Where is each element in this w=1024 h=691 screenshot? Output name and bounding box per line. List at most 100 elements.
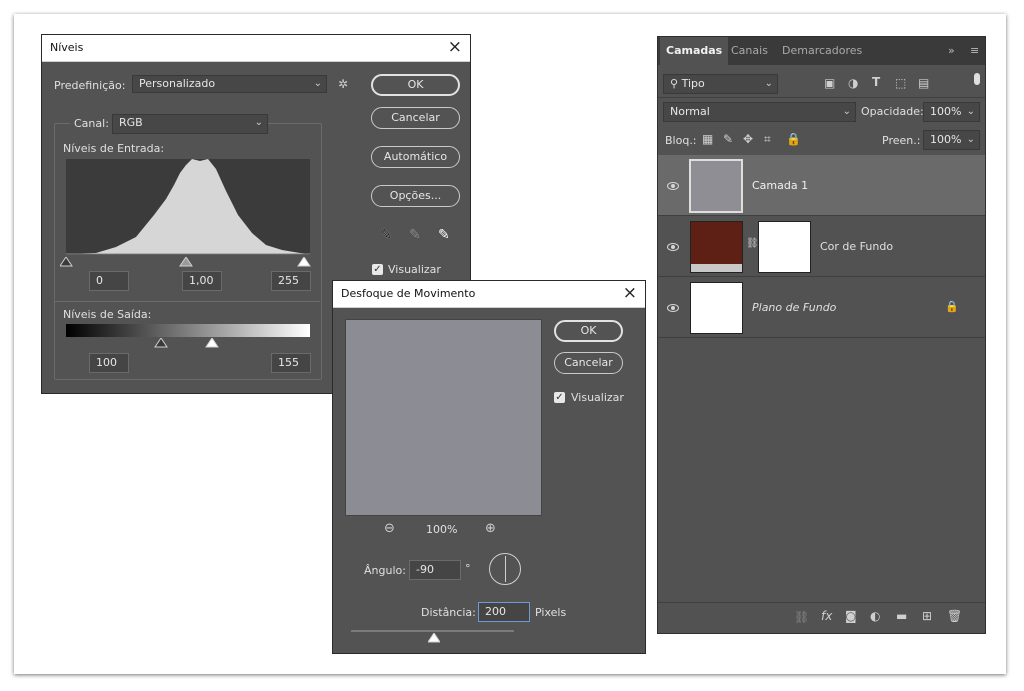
input-gamma-handle[interactable] [179, 257, 193, 267]
shape-filter-icon[interactable]: ⬚ [895, 76, 906, 90]
angle-dial-line [505, 556, 506, 582]
input-white-field[interactable]: 255 [271, 271, 311, 291]
visibility-eye-icon[interactable] [667, 182, 679, 190]
zoom-out-icon[interactable]: ⊖ [384, 521, 395, 536]
blend-mode-value: Normal [670, 105, 710, 118]
distance-label: Distância: [421, 606, 476, 619]
mask-thumbnail[interactable] [758, 221, 811, 273]
lock-icon: 🔒 [945, 300, 959, 313]
channel-select[interactable]: RGB ⌄ [112, 114, 268, 134]
link-layers-icon[interactable]: ⛓ [794, 610, 809, 624]
output-black-field[interactable]: 100 [89, 353, 129, 373]
layer-row-plano-de-fundo[interactable]: Plano de Fundo 🔒 [658, 277, 985, 338]
layers-panel: Camadas Canais Demarcadores » ≡ ⚲ Tipo ⌄… [657, 36, 986, 634]
layer-row-cor-de-fundo[interactable]: ⛓ Cor de Fundo [658, 216, 985, 277]
output-white-field[interactable]: 155 [271, 353, 311, 373]
levels-titlebar: Níveis × [42, 35, 470, 62]
distance-slider-handle[interactable] [428, 633, 440, 643]
preview-label: Visualizar [388, 263, 441, 276]
opacity-label: Opacidade: [861, 105, 924, 118]
chevron-down-icon: ⌄ [966, 106, 975, 117]
opacity-field[interactable]: 100% ⌄ [923, 102, 980, 122]
adjustment-layer-icon[interactable]: ◐ [870, 609, 880, 623]
visibility-eye-icon[interactable] [667, 304, 679, 312]
close-icon[interactable]: × [448, 37, 462, 57]
auto-button[interactable]: Automático [371, 146, 460, 168]
input-white-handle[interactable] [297, 257, 311, 267]
layer-name: Plano de Fundo [752, 301, 837, 314]
fill-label: Preen.: [882, 134, 921, 147]
input-slider-track [60, 257, 311, 267]
blur-preview-area[interactable] [345, 319, 542, 516]
fx-icon[interactable]: fx [821, 609, 832, 623]
histogram [66, 159, 310, 255]
chevron-down-icon: ⌄ [966, 134, 975, 145]
gray-eyedropper-icon[interactable]: ✎ [409, 227, 421, 243]
input-gamma-field[interactable]: 1,00 [182, 271, 222, 291]
collapse-icon[interactable]: » [948, 37, 955, 65]
close-icon[interactable]: × [623, 283, 637, 303]
ok-button[interactable]: OK [554, 320, 623, 342]
tab-canais[interactable]: Canais [731, 37, 768, 65]
white-eyedropper-icon[interactable]: ✎ [438, 227, 450, 243]
filter-toggle[interactable] [974, 73, 980, 85]
layer-thumbnail [690, 282, 743, 334]
gear-icon[interactable]: ✲ [338, 77, 348, 91]
input-levels-label: Níveis de Entrada: [63, 142, 165, 155]
angle-field[interactable]: -90 [409, 560, 461, 580]
angle-dial[interactable] [489, 553, 521, 585]
preset-select[interactable]: Personalizado ⌄ [132, 75, 327, 93]
output-black-handle[interactable] [154, 338, 168, 348]
input-black-handle[interactable] [60, 257, 73, 267]
lock-label: Bloq.: [665, 134, 697, 147]
kind-filter-value: Tipo [681, 77, 705, 90]
kind-filter-select[interactable]: ⚲ Tipo ⌄ [663, 74, 778, 94]
visibility-eye-icon[interactable] [667, 243, 679, 251]
lock-position-icon[interactable]: ✥ [743, 132, 753, 146]
zoom-in-icon[interactable]: ⊕ [485, 521, 496, 536]
lock-artboard-icon[interactable]: ⌗ [764, 132, 771, 147]
fill-field[interactable]: 100% ⌄ [923, 130, 980, 150]
preview-checkbox[interactable]: ✓ [372, 264, 383, 275]
fill-color-thumbnail [690, 221, 743, 273]
new-layer-icon[interactable]: ⊞ [922, 609, 932, 623]
channel-label: Canal: [70, 117, 113, 130]
distance-slider-track[interactable] [351, 630, 514, 632]
lock-transparent-pixels-icon[interactable]: ▦ [702, 132, 713, 146]
type-filter-icon[interactable]: T [872, 75, 880, 89]
opacity-value: 100% [930, 105, 962, 118]
output-levels-label: Níveis de Saída: [63, 308, 152, 321]
layer-thumbnail [689, 159, 743, 213]
tab-camadas[interactable]: Camadas [660, 37, 729, 65]
distance-field[interactable]: 200 [478, 602, 530, 622]
motion-blur-dialog: Desfoque de Movimento × ⊖ 100% ⊕ OK Canc… [332, 280, 646, 654]
smart-object-filter-icon[interactable]: ▤ [918, 76, 929, 90]
preview-checkbox[interactable]: ✓ [554, 392, 565, 403]
layer-name: Cor de Fundo [820, 240, 894, 253]
histogram-graph [66, 159, 310, 255]
input-black-field[interactable]: 0 [89, 271, 129, 291]
add-mask-icon[interactable]: ◙ [845, 609, 857, 623]
zoom-level: 100% [426, 523, 458, 536]
new-group-icon[interactable]: ▬ [896, 609, 907, 623]
black-eyedropper-icon[interactable]: ✎ [380, 227, 392, 243]
trash-icon[interactable]: 🗑 [947, 609, 962, 623]
tab-demarcadores[interactable]: Demarcadores [782, 37, 862, 65]
panel-tabs: Camadas Canais Demarcadores » ≡ [658, 37, 985, 65]
layer-row-camada-1[interactable]: Camada 1 [658, 155, 985, 216]
panel-menu-icon[interactable]: ≡ [970, 37, 979, 65]
preset-label: Predefinição: [54, 79, 126, 92]
lock-all-icon[interactable]: 🔒 [786, 132, 801, 146]
lock-image-pixels-icon[interactable]: ✎ [723, 132, 733, 146]
cancel-button[interactable]: Cancelar [554, 352, 623, 374]
blend-mode-select[interactable]: Normal ⌄ [663, 102, 856, 122]
options-button[interactable]: Opções... [371, 185, 460, 207]
ok-button[interactable]: OK [371, 74, 460, 96]
output-white-handle[interactable] [205, 338, 219, 348]
adjustment-filter-icon[interactable]: ◑ [848, 76, 858, 90]
link-icon[interactable]: ⛓ [746, 238, 759, 249]
image-filter-icon[interactable]: ▣ [824, 76, 835, 90]
levels-title: Níveis [50, 41, 84, 54]
cancel-button[interactable]: Cancelar [371, 107, 460, 129]
distance-unit: Pixels [535, 606, 567, 619]
